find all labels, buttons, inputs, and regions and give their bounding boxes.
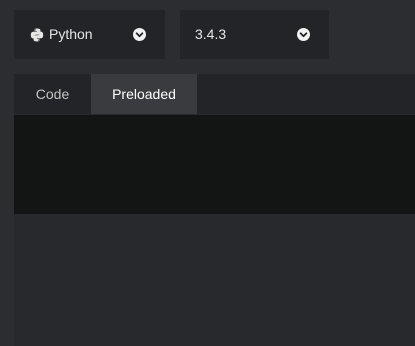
chevron-down-circle-icon	[133, 28, 146, 41]
tab-preloaded[interactable]: Preloaded	[91, 74, 197, 114]
language-label: Python	[49, 26, 93, 42]
version-dropdown[interactable]: 3.4.3	[180, 10, 329, 59]
python-logo-icon	[30, 28, 44, 42]
code-editor[interactable]	[14, 115, 415, 214]
version-label: 3.4.3	[195, 26, 227, 42]
tab-code[interactable]: Code	[14, 74, 91, 114]
tab-bar: Code Preloaded	[14, 74, 415, 114]
chevron-down-circle-icon	[297, 28, 310, 41]
language-dropdown[interactable]: Python	[14, 10, 165, 59]
editor-panel: Code Preloaded	[14, 74, 415, 346]
